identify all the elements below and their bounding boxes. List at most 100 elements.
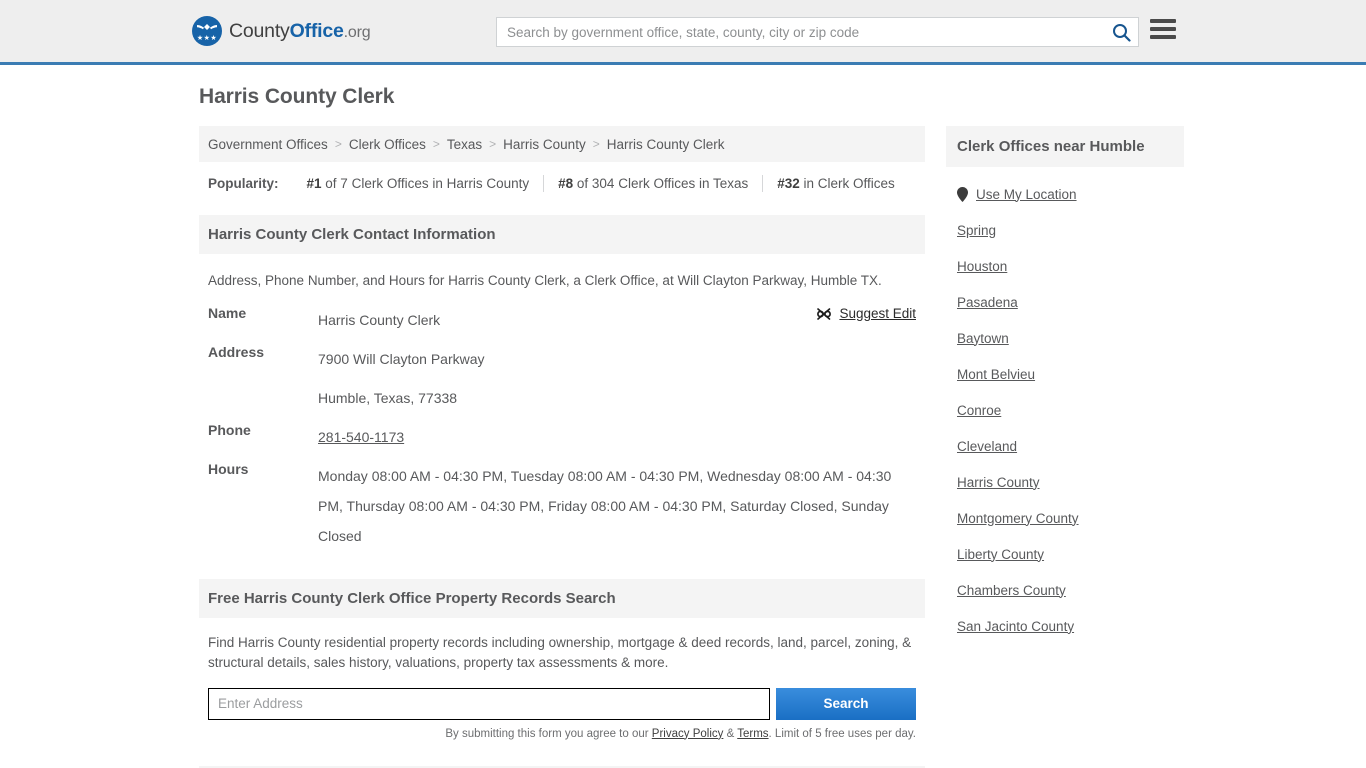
sidebar-link[interactable]: Montgomery County [957,511,1079,526]
eagle-seal-icon: ★★★ [192,16,222,46]
contact-label-empty [208,383,318,413]
legal-suffix: . Limit of 5 free uses per day. [768,727,916,740]
contact-value-phone-wrap: 281-540-1173 [318,422,916,452]
popularity-rank-0: #1 [306,176,322,191]
sidebar-item-use-my-location[interactable]: Use My Location [957,176,1173,212]
popularity-rank-2: #32 [777,176,800,191]
global-search-bar[interactable] [496,17,1139,47]
contact-section-heading: Harris County Clerk Contact Information [199,215,925,254]
page-body: Harris County Clerk Government Offices >… [0,65,1366,768]
contact-label-address: Address [208,343,265,360]
sidebar-item-baytown[interactable]: Baytown [957,320,1173,356]
address-input[interactable] [208,687,770,720]
contact-value-address-line2: Humble, Texas, 77338 [318,389,458,406]
site-logo[interactable]: ★★★ CountyOffice.org [192,16,371,46]
popularity-text-2: in Clerk Offices [799,176,895,191]
phone-link[interactable]: 281-540-1173 [318,429,404,445]
contact-row-phone: Phone 281-540-1173 [208,422,916,452]
breadcrumb-separator: > [432,137,440,151]
suggest-edit-label: Suggest Edit [839,306,916,322]
popularity-label: Popularity: [208,176,279,191]
sidebar-list: Use My Location Spring Houston Pasadena … [946,167,1184,644]
sidebar-heading: Clerk Offices near Humble [946,126,1184,167]
privacy-policy-link[interactable]: Privacy Policy [652,728,724,740]
contact-section-description: Address, Phone Number, and Hours for Har… [208,273,882,288]
breadcrumb-separator: > [592,137,600,151]
sidebar-item-cleveland[interactable]: Cleveland [957,428,1173,464]
sidebar-link[interactable]: Baytown [957,331,1009,346]
sidebar-item-san-jacinto-county[interactable]: San Jacinto County [957,608,1173,644]
sidebar-item-harris-county[interactable]: Harris County [957,464,1173,500]
contact-label-name: Name [208,304,247,321]
logo-suffix: .org [343,23,371,41]
sidebar-link[interactable]: Conroe [957,403,1001,418]
map-pin-icon [957,186,968,202]
sidebar-link[interactable]: Chambers County [957,583,1066,598]
property-search-submit-button[interactable]: Search [776,687,916,720]
search-icon [1112,23,1131,42]
logo-wordmark: CountyOffice.org [229,19,371,43]
popularity-item-1: #8 of 304 Clerk Offices in Texas [544,176,762,191]
sidebar: Clerk Offices near Humble Use My Locatio… [946,126,1184,644]
sidebar-item-chambers-county[interactable]: Chambers County [957,572,1173,608]
hamburger-bar [1150,19,1176,23]
site-header: ★★★ CountyOffice.org [0,0,1366,65]
breadcrumb-separator: > [334,137,342,151]
property-search-form: Search [199,674,925,720]
contact-row-name: Name Harris County Clerk Suggest Edit [208,305,916,335]
hamburger-bar [1150,27,1176,31]
use-my-location-link[interactable]: Use My Location [976,187,1077,202]
breadcrumb-item-4[interactable]: Harris County Clerk [607,137,725,152]
sidebar-link[interactable]: Spring [957,223,996,238]
breadcrumb: Government Offices > Clerk Offices > Tex… [199,126,925,162]
sidebar-item-liberty-county[interactable]: Liberty County [957,536,1173,572]
sidebar-item-houston[interactable]: Houston [957,248,1173,284]
legal-prefix: By submitting this form you agree to our [445,727,652,740]
terms-link[interactable]: Terms [737,728,768,740]
sidebar-item-spring[interactable]: Spring [957,212,1173,248]
legal-amp: & [723,727,738,740]
sidebar-item-conroe[interactable]: Conroe [957,392,1173,428]
sidebar-link[interactable]: Pasadena [957,295,1018,310]
search-submit-button[interactable] [1104,18,1138,46]
contact-row-address: Address 7900 Will Clayton Parkway [208,344,916,374]
hamburger-bar [1150,35,1176,39]
sidebar-link[interactable]: Cleveland [957,439,1017,454]
logo-prefix: County [229,19,290,42]
breadcrumb-item-3[interactable]: Harris County [503,137,586,152]
property-search-legal: By submitting this form you agree to our… [199,720,925,740]
sidebar-link[interactable]: Mont Belvieu [957,367,1035,382]
popularity-item-0: #1 of 7 Clerk Offices in Harris County [293,176,544,191]
sidebar-link[interactable]: San Jacinto County [957,619,1074,634]
breadcrumb-item-1[interactable]: Clerk Offices [349,137,426,152]
property-search-heading: Free Harris County Clerk Office Property… [199,578,925,618]
suggest-edit-button[interactable]: Suggest Edit [816,306,916,322]
popularity-text-0: of 7 Clerk Offices in Harris County [321,176,530,191]
sidebar-item-montgomery-county[interactable]: Montgomery County [957,500,1173,536]
sidebar-link[interactable]: Liberty County [957,547,1044,562]
breadcrumb-separator: > [489,137,497,151]
logo-stars: ★★★ [196,34,218,42]
sidebar-item-mont-belvieu[interactable]: Mont Belvieu [957,356,1173,392]
main-column: Government Offices > Clerk Offices > Tex… [199,126,925,768]
logo-bold: Office [289,19,344,42]
contact-value-hours: Monday 08:00 AM - 04:30 PM, Tuesday 08:0… [318,467,892,544]
contact-label-phone: Phone [208,421,251,438]
hamburger-menu-icon[interactable] [1150,19,1176,39]
contact-row-hours: Hours Monday 08:00 AM - 04:30 PM, Tuesda… [208,461,916,551]
sidebar-item-pasadena[interactable]: Pasadena [957,284,1173,320]
contact-value-address-line1: 7900 Will Clayton Parkway [318,350,485,367]
sidebar-link[interactable]: Houston [957,259,1007,274]
breadcrumb-item-0[interactable]: Government Offices [208,137,328,152]
edit-pencil-icon [816,306,832,322]
contact-row-address-line2: Humble, Texas, 77338 [208,383,916,413]
search-input[interactable] [497,18,1104,46]
property-search-description: Find Harris County residential property … [208,634,912,671]
popularity-bar: Popularity: #1 of 7 Clerk Offices in Har… [199,162,925,205]
popularity-item-2: #32 in Clerk Offices [763,176,909,191]
sidebar-link[interactable]: Harris County [957,475,1040,490]
breadcrumb-item-2[interactable]: Texas [447,137,482,152]
contact-label-hours: Hours [208,460,249,477]
popularity-text-1: of 304 Clerk Offices in Texas [573,176,749,191]
contact-table: Name Harris County Clerk Suggest Edit Ad… [199,305,925,551]
